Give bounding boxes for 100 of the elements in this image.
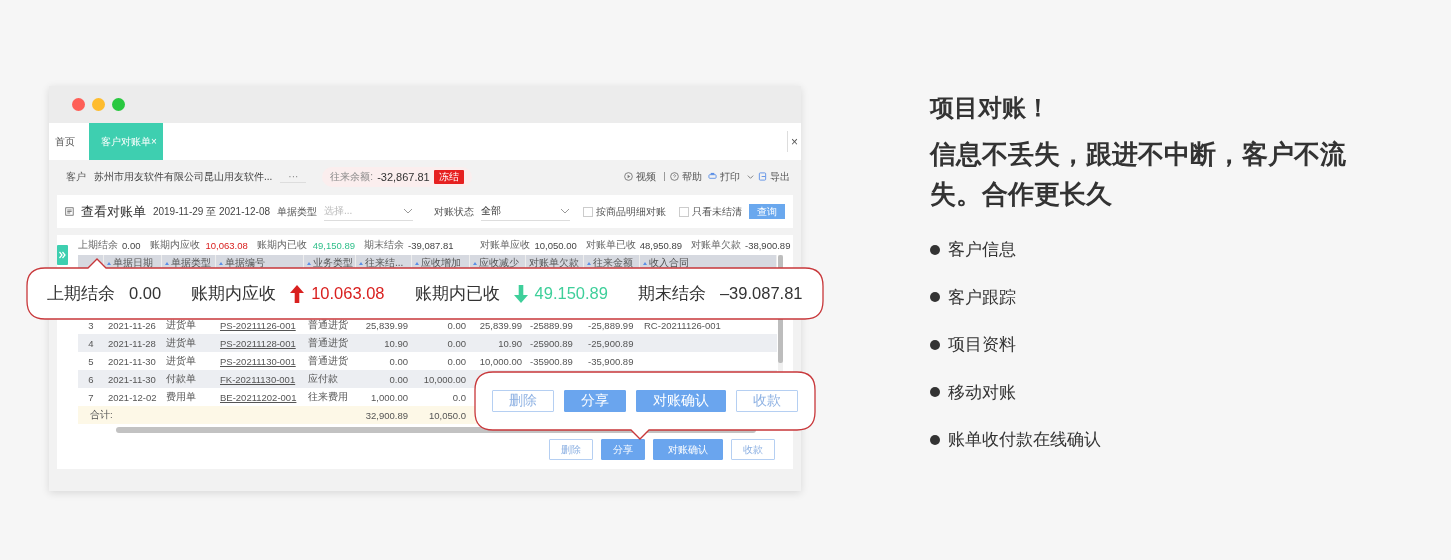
heading: 项目对账！	[930, 93, 1051, 123]
sort-icon[interactable]	[587, 261, 591, 265]
column-header[interactable]: 业务类型	[313, 256, 353, 270]
close-window-icon[interactable]	[72, 98, 85, 111]
table-cell: 7	[88, 391, 94, 403]
total-cell: 10,050.0	[429, 409, 466, 421]
up-arrow-icon	[290, 284, 305, 303]
toolbar-button[interactable]: 导出	[770, 169, 793, 184]
sort-icon[interactable]	[165, 261, 169, 265]
export-icon	[758, 172, 767, 181]
column-header[interactable]: 对账单欠款	[529, 256, 579, 270]
summary-value: -38,900.89	[745, 239, 791, 251]
summary-label: 期末结余	[364, 238, 405, 252]
document-link[interactable]: PS-20211128-001	[220, 337, 296, 349]
help-icon	[670, 172, 679, 181]
feature-item: 移动对账	[948, 381, 1016, 404]
checkbox[interactable]	[583, 206, 594, 217]
table-cell: -25889.99	[530, 319, 573, 331]
subheading: 信息不丢失，跟进不中断，客户不流失。合作更长久	[930, 138, 1347, 211]
customer-label: 客户	[66, 169, 86, 184]
document-link[interactable]: FK-20211130-001	[220, 373, 296, 385]
table-cell: -25900.89	[530, 337, 573, 349]
table-cell: -25,889.99	[588, 319, 634, 331]
summary-value: 49,150.89	[312, 239, 356, 251]
column-header[interactable]: 单据日期	[113, 256, 153, 270]
table-cell: 普通进货	[308, 318, 348, 332]
summary-label: 期末结余	[637, 282, 706, 304]
summary-value: 0.00	[122, 239, 141, 251]
checkbox-label: 只看未结清	[692, 204, 743, 219]
table-cell: 应付款	[308, 372, 338, 386]
summary-label: 对账单已收	[585, 238, 636, 252]
table-cell: 0.00	[389, 373, 408, 385]
table-cell: 普通进货	[308, 336, 348, 350]
table-cell: -35,900.89	[588, 355, 634, 367]
table-cell: 1,000.00	[371, 391, 408, 403]
table-cell: 0.00	[389, 355, 408, 367]
toolbar-button[interactable]: 帮助	[682, 169, 705, 184]
maximize-window-icon[interactable]	[112, 98, 125, 111]
summary-label: 账期内应收	[191, 282, 277, 304]
expand-toggle-icon[interactable]	[57, 245, 68, 265]
column-header[interactable]: 应收增加	[421, 256, 461, 270]
column-header[interactable]: 单据类型	[171, 256, 211, 270]
table-cell: 5	[88, 355, 94, 367]
summary-label: 对账单欠款	[691, 238, 741, 252]
document-link[interactable]: BE-20211202-001	[220, 391, 297, 403]
sort-icon[interactable]	[415, 261, 419, 265]
summary-value: 10.063.08	[311, 284, 385, 303]
column-header[interactable]: 往来结...	[365, 256, 404, 270]
sort-icon[interactable]	[359, 261, 363, 265]
column-header[interactable]: 往来金额	[593, 256, 633, 270]
checkbox[interactable]	[679, 206, 690, 217]
bullet-icon	[930, 339, 940, 350]
table-cell: 3	[88, 319, 94, 331]
feature-item: 账单收付款在线确认	[948, 429, 1101, 452]
status-badge: 冻结	[433, 169, 464, 184]
table-cell: 进货单	[166, 318, 196, 332]
table-cell: 10,000.00	[479, 355, 522, 367]
table-cell: 0.0	[452, 391, 466, 403]
table-cell: 4	[88, 337, 94, 349]
document-link[interactable]: PS-20211126-001	[220, 319, 296, 331]
summary-label: 对账单应收	[480, 238, 531, 252]
total-cell: 32,900.89	[365, 409, 408, 421]
close-button[interactable]: ×	[787, 131, 801, 152]
status-select[interactable]: 全部	[481, 202, 571, 221]
sort-icon[interactable]	[643, 261, 647, 265]
column-header[interactable]: 单据编号	[225, 256, 265, 270]
column-header[interactable]: 应收减少	[479, 256, 519, 270]
table-cell: 普通进货	[308, 354, 348, 368]
date-range: 2019-11-29 至 2021-12-08	[152, 204, 271, 219]
caret-icon[interactable]	[746, 172, 755, 181]
table-cell: 费用单	[166, 390, 196, 404]
toolbar-button[interactable]: 视频	[636, 169, 659, 184]
sort-icon[interactable]	[219, 261, 223, 265]
more-button[interactable]: ···	[280, 170, 307, 183]
document-link[interactable]: PS-20211130-001	[220, 355, 296, 367]
sort-icon[interactable]	[473, 261, 477, 265]
bullet-icon	[930, 244, 940, 255]
table-cell: 往来费用	[308, 390, 348, 404]
summary-label: 账期内应收	[149, 238, 200, 252]
feature-item: 客户跟踪	[948, 286, 1016, 309]
toolbar-button[interactable]: 打印	[720, 169, 743, 184]
play-icon	[624, 172, 633, 181]
table-cell: -35900.89	[530, 355, 573, 367]
summary-value: 48,950.89	[639, 239, 682, 251]
table-cell: 10.90	[384, 337, 408, 349]
table-cell: -25,900.89	[588, 337, 634, 349]
bullet-icon	[930, 434, 940, 445]
balance-value: -32,867.81	[377, 170, 430, 183]
sort-icon[interactable]	[307, 261, 311, 265]
table-cell: 进货单	[166, 354, 196, 368]
table-cell: 2021-12-02	[108, 391, 157, 403]
tab[interactable]: 首页	[49, 123, 85, 160]
minimize-window-icon[interactable]	[92, 98, 105, 111]
summary-value: 10,063.08	[205, 239, 248, 251]
type-label: 单据类型	[277, 204, 318, 219]
table-cell: 2021-11-26	[108, 319, 156, 331]
column-header[interactable]: 收入合同	[649, 256, 689, 270]
document-icon	[65, 206, 74, 217]
sort-icon[interactable]	[107, 261, 111, 265]
summary-value: 0.00	[129, 284, 162, 303]
